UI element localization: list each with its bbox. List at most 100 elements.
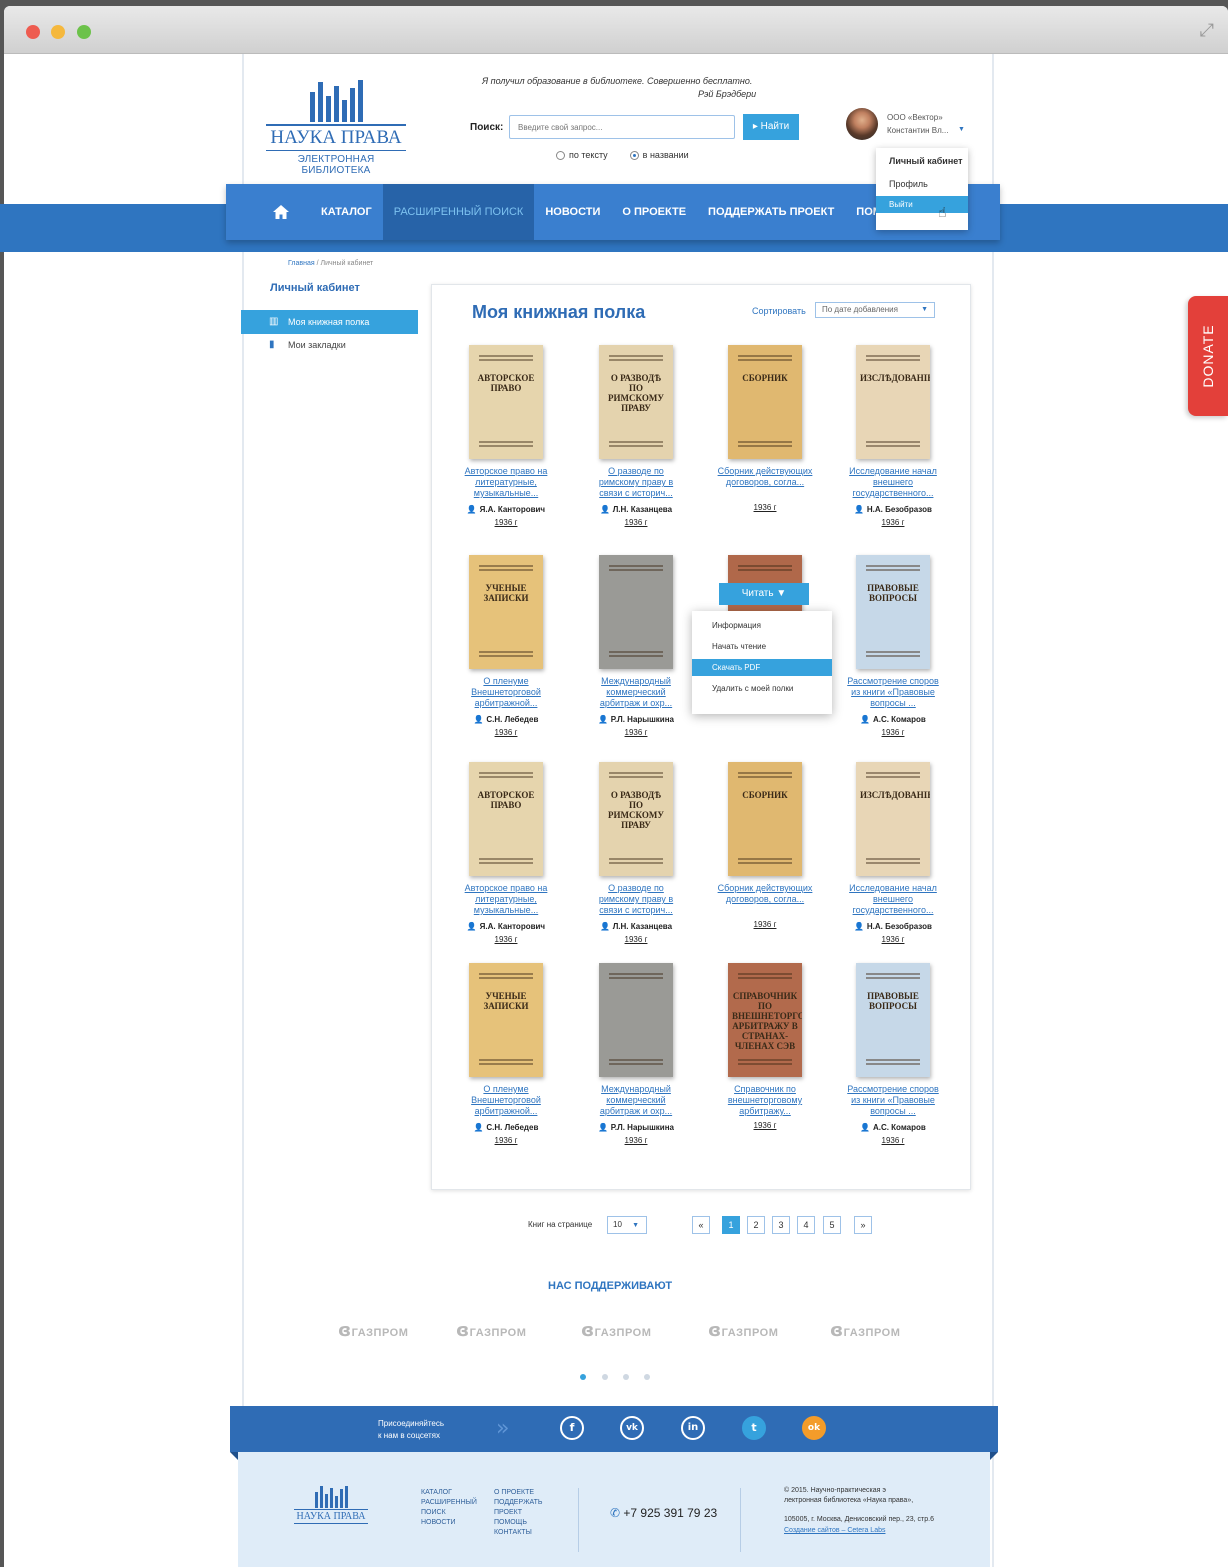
book-title[interactable]: О разводе по римскому праву в связи с ис… bbox=[588, 466, 684, 499]
twitter-icon[interactable]: t bbox=[742, 1416, 766, 1440]
carousel-dot[interactable] bbox=[580, 1374, 586, 1380]
book-title[interactable]: Сборник действующих договоров, согла... bbox=[717, 466, 813, 499]
book-cover[interactable]: АВТОРСКОЕ ПРАВО bbox=[469, 345, 543, 459]
book-card[interactable]: АВТОРСКОЕ ПРАВО Авторское право на литера… bbox=[458, 345, 554, 527]
sponsor-logo[interactable]: ɞГАЗПРОМ bbox=[338, 1320, 408, 1341]
book-card[interactable]: АВТОРСКОЕ ПРАВО Авторское право на литера… bbox=[458, 762, 554, 944]
chevron-down-icon[interactable]: ▼ bbox=[958, 126, 965, 133]
book-cover[interactable]: О РАЗВОДѢ ПО РИМСКОМУ ПРАВУ bbox=[599, 345, 673, 459]
footer-link-catalog[interactable]: КАТАЛОГ bbox=[421, 1488, 477, 1498]
close-window-button[interactable] bbox=[26, 25, 40, 39]
book-title[interactable]: Авторское право на литературные, музыкал… bbox=[458, 466, 554, 499]
book-cover[interactable]: УЧЕНЫЕ ЗАПИСКИ bbox=[469, 555, 543, 669]
sponsor-logo[interactable]: ɞГАЗПРОМ bbox=[830, 1320, 900, 1341]
footer-link-project[interactable]: ПРОЕКТ bbox=[494, 1508, 543, 1518]
menu-item-download-pdf[interactable]: Скачать PDF bbox=[692, 659, 832, 676]
book-cover[interactable]: СПРАВОЧНИК ПО ВНЕШНЕТОРГОВОМУ АРБИТРАЖУ … bbox=[728, 963, 802, 1077]
book-card[interactable]: СПРАВОЧНИК ПО ВНЕШНЕТОРГОВОМУ АРБИТРАЖУ … bbox=[717, 963, 813, 1130]
footer-link-search[interactable]: ПОИСК bbox=[421, 1508, 477, 1518]
footer-link-support[interactable]: ПОДДЕРЖАТЬ bbox=[494, 1498, 543, 1508]
footer-link-about[interactable]: О ПРОЕКТЕ bbox=[494, 1488, 543, 1498]
book-card[interactable]: ИЗСЛѢДОВАНІЕ Исследование начал внешнего … bbox=[845, 345, 941, 527]
book-card[interactable]: УЧЕНЫЕ ЗАПИСКИ О пленуме Внешнеторговой а… bbox=[458, 555, 554, 737]
book-title[interactable]: Исследование начал внешнего государствен… bbox=[845, 466, 941, 499]
page-button-2[interactable]: 2 bbox=[747, 1216, 765, 1234]
sponsor-logo[interactable]: ɞГАЗПРОМ bbox=[708, 1320, 778, 1341]
per-page-select[interactable]: 10 ▼ bbox=[607, 1216, 647, 1234]
book-title[interactable]: О пленуме Внешнеторговой арбитражной... bbox=[458, 1084, 554, 1117]
minimize-window-button[interactable] bbox=[51, 25, 65, 39]
book-cover[interactable]: ПРАВОВЫЕ ВОПРОСЫ bbox=[856, 555, 930, 669]
menu-item-remove-from-shelf[interactable]: Удалить с моей полки bbox=[692, 680, 832, 697]
donate-button[interactable]: DONATE bbox=[1188, 296, 1228, 416]
page-button-3[interactable]: 3 bbox=[772, 1216, 790, 1234]
book-title[interactable]: Международный коммерческий арбитраж и ох… bbox=[588, 676, 684, 709]
book-cover[interactable]: ПРАВОВЫЕ ВОПРОСЫ bbox=[856, 963, 930, 1077]
nav-item-news[interactable]: НОВОСТИ bbox=[534, 184, 611, 240]
book-cover[interactable] bbox=[599, 555, 673, 669]
search-input[interactable] bbox=[509, 115, 735, 139]
book-card[interactable]: УЧЕНЫЕ ЗАПИСКИ О пленуме Внешнеторговой а… bbox=[458, 963, 554, 1145]
sidebar-item-bookshelf[interactable]: ▥ Моя книжная полка bbox=[241, 310, 418, 334]
book-cover[interactable]: О РАЗВОДѢ ПО РИМСКОМУ ПРАВУ bbox=[599, 762, 673, 876]
credit-link[interactable]: Создание сайтов – Cetera Labs bbox=[784, 1527, 885, 1534]
facebook-icon[interactable]: f bbox=[560, 1416, 584, 1440]
user-menu-profile[interactable]: Профиль bbox=[889, 179, 928, 189]
menu-item-start-reading[interactable]: Начать чтение bbox=[692, 638, 832, 655]
avatar[interactable] bbox=[846, 108, 878, 140]
book-cover[interactable]: АВТОРСКОЕ ПРАВО bbox=[469, 762, 543, 876]
footer-phone[interactable]: ✆ +7 925 391 79 23 bbox=[610, 1506, 717, 1520]
page-prev-button[interactable]: « bbox=[692, 1216, 710, 1234]
book-cover[interactable]: СБОРНИК bbox=[728, 345, 802, 459]
search-mode-text-radio[interactable]: по тексту bbox=[556, 150, 608, 160]
book-title[interactable]: Рассмотрение споров из книги «Правовые в… bbox=[845, 1084, 941, 1117]
nav-item-advanced-search[interactable]: РАСШИРЕННЫЙ ПОИСК bbox=[382, 184, 535, 240]
search-mode-title-radio[interactable]: в названии bbox=[629, 150, 689, 160]
vk-icon[interactable]: vk bbox=[620, 1416, 644, 1440]
linkedin-icon[interactable]: in bbox=[681, 1416, 705, 1440]
carousel-dot[interactable] bbox=[602, 1374, 608, 1380]
nav-home[interactable] bbox=[252, 205, 310, 219]
book-card[interactable]: О РАЗВОДѢ ПО РИМСКОМУ ПРАВУ О разводе по … bbox=[588, 762, 684, 944]
maximize-window-button[interactable] bbox=[77, 25, 91, 39]
user-name[interactable]: Константин Вл... bbox=[887, 126, 948, 135]
nav-item-support-project[interactable]: ПОДДЕРЖАТЬ ПРОЕКТ bbox=[697, 184, 845, 240]
page-button-1[interactable]: 1 bbox=[722, 1216, 740, 1234]
book-cover[interactable]: СБОРНИК bbox=[728, 762, 802, 876]
page-next-button[interactable]: » bbox=[854, 1216, 872, 1234]
book-cover[interactable]: ИЗСЛѢДОВАНІЕ bbox=[856, 345, 930, 459]
book-card[interactable]: СБОРНИК Сборник действующих договоров, со… bbox=[717, 345, 813, 512]
book-card[interactable]: Международный коммерческий арбитраж и ох… bbox=[588, 555, 684, 737]
user-menu-logout[interactable]: Выйти bbox=[876, 196, 968, 213]
book-title[interactable]: Рассмотрение споров из книги «Правовые в… bbox=[845, 676, 941, 709]
book-card[interactable]: СБОРНИК Сборник действующих договоров, со… bbox=[717, 762, 813, 929]
book-title[interactable]: Сборник действующих договоров, согла... bbox=[717, 883, 813, 916]
sidebar-item-bookmarks[interactable]: ▮ Мои закладки bbox=[241, 333, 418, 357]
menu-item-info[interactable]: Информация bbox=[692, 617, 832, 634]
carousel-dot[interactable] bbox=[644, 1374, 650, 1380]
book-card[interactable]: ИЗСЛѢДОВАНІЕ Исследование начал внешнего … bbox=[845, 762, 941, 944]
page-button-5[interactable]: 5 bbox=[823, 1216, 841, 1234]
odnoklassniki-icon[interactable]: ok bbox=[802, 1416, 826, 1440]
breadcrumb-home[interactable]: Главная bbox=[288, 260, 315, 267]
footer-link-advanced[interactable]: РАСШИРЕННЫЙ bbox=[421, 1498, 477, 1508]
user-menu-title[interactable]: Личный кабинет bbox=[889, 156, 963, 166]
footer-link-help[interactable]: ПОМОЩЬ bbox=[494, 1518, 543, 1528]
book-title[interactable]: Справочник по внешнеторговому арбитражу.… bbox=[717, 1084, 813, 1117]
sort-select[interactable]: По дате добавления ▼ bbox=[815, 302, 935, 318]
book-card[interactable]: ПРАВОВЫЕ ВОПРОСЫ Рассмотрение споров из к… bbox=[845, 555, 941, 737]
footer-logo[interactable]: НАУКА ПРАВА bbox=[294, 1486, 368, 1524]
book-title[interactable]: Исследование начал внешнего государствен… bbox=[845, 883, 941, 916]
carousel-dot[interactable] bbox=[623, 1374, 629, 1380]
footer-link-news[interactable]: НОВОСТИ bbox=[421, 1518, 477, 1528]
book-title[interactable]: О разводе по римскому праву в связи с ис… bbox=[588, 883, 684, 916]
book-card[interactable]: ПРАВОВЫЕ ВОПРОСЫ Рассмотрение споров из к… bbox=[845, 963, 941, 1145]
book-title[interactable]: Международный коммерческий арбитраж и ох… bbox=[588, 1084, 684, 1117]
book-cover[interactable] bbox=[599, 963, 673, 1077]
sponsor-logo[interactable]: ɞГАЗПРОМ bbox=[456, 1320, 526, 1341]
footer-link-contacts[interactable]: КОНТАКТЫ bbox=[494, 1528, 543, 1538]
book-title[interactable]: Авторское право на литературные, музыкал… bbox=[458, 883, 554, 916]
read-button[interactable]: Читать ▼ bbox=[719, 583, 809, 605]
book-cover[interactable]: ИЗСЛѢДОВАНІЕ bbox=[856, 762, 930, 876]
book-cover[interactable]: УЧЕНЫЕ ЗАПИСКИ bbox=[469, 963, 543, 1077]
